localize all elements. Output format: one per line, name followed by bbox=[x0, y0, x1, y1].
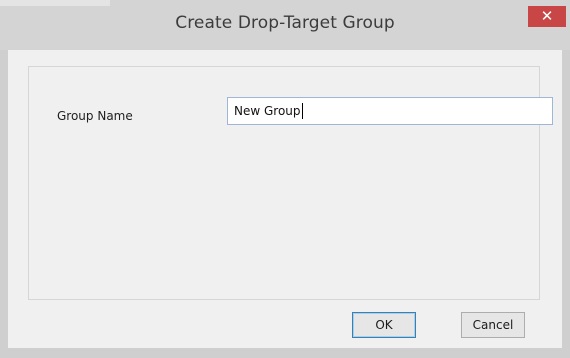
group-name-value: New Group bbox=[234, 104, 301, 118]
title-bar-notch bbox=[0, 0, 110, 6]
dialog-window: Create Drop-Target Group ✕ Group Name Ne… bbox=[0, 0, 570, 358]
close-icon: ✕ bbox=[540, 7, 554, 25]
cancel-button[interactable]: Cancel bbox=[461, 312, 525, 338]
dialog-body: Group Name New Group OK Cancel bbox=[8, 50, 562, 348]
close-button[interactable]: ✕ bbox=[528, 6, 566, 27]
title-bar[interactable]: Create Drop-Target Group ✕ bbox=[0, 0, 570, 50]
ok-button[interactable]: OK bbox=[352, 312, 416, 338]
group-name-input[interactable]: New Group bbox=[227, 97, 553, 125]
group-name-label: Group Name bbox=[57, 109, 133, 123]
text-caret bbox=[301, 103, 303, 119]
dialog-title: Create Drop-Target Group bbox=[175, 13, 395, 33]
group-panel: Group Name New Group bbox=[28, 66, 553, 300]
